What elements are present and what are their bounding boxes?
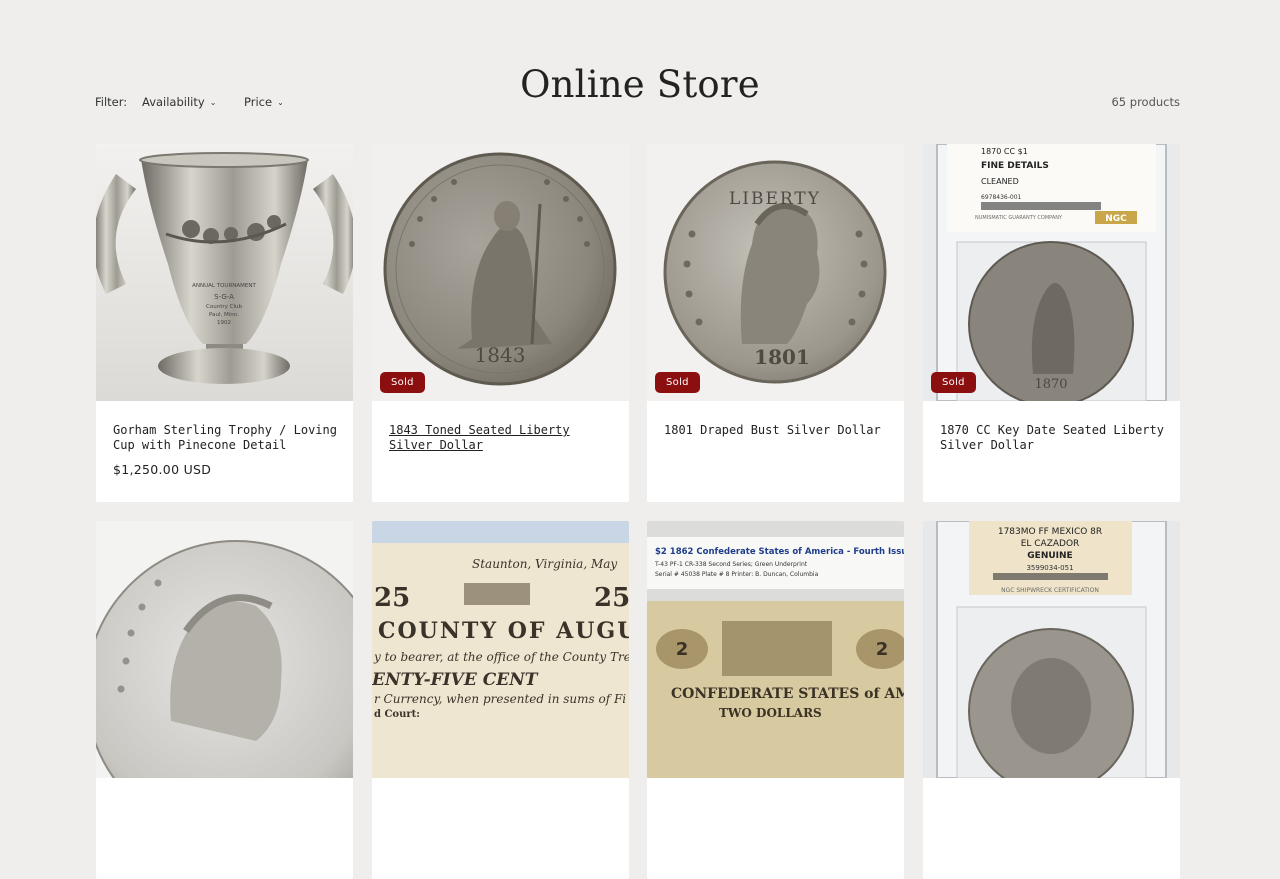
- slab-label-line3: CLEANED: [981, 177, 1019, 186]
- filter-availability[interactable]: Availability ⌄: [142, 95, 216, 109]
- coin-date: 1843: [475, 343, 526, 367]
- product-image[interactable]: [96, 521, 353, 778]
- note-line1: Staunton, Virginia, May: [472, 557, 617, 571]
- product-card[interactable]: [96, 521, 353, 879]
- confed-denom-right: 2: [876, 639, 889, 660]
- note-line3: y to bearer, at the office of the County…: [373, 650, 629, 664]
- note-line4: ENTY-FIVE CENT: [372, 670, 539, 690]
- cup-engraving-line3: Country Club: [206, 304, 242, 310]
- product-card[interactable]: Staunton, Virginia, May 25 25 COUNTY OF …: [372, 521, 629, 879]
- confed-denom-left: 2: [676, 639, 689, 660]
- coin-date: 1801: [754, 345, 810, 369]
- note-line5: r Currency, when presented in sums of Fi: [374, 692, 626, 706]
- product-image[interactable]: 1783MO FF MEXICO 8R EL CAZADOR GENUINE 3…: [923, 521, 1180, 778]
- product-image[interactable]: 1870 CC $1 FINE DETAILS CLEANED 6978436-…: [923, 144, 1180, 401]
- slab-label-line2: FINE DETAILS: [981, 161, 1049, 171]
- cup-engraving-line5: 1902: [217, 320, 231, 326]
- note-denom-right: 25: [594, 583, 629, 613]
- slab8r-cert: 3599034-051: [1026, 564, 1073, 572]
- product-title[interactable]: 1870 CC Key Date Seated Liberty Silver D…: [940, 423, 1165, 453]
- note-line6: d Court:: [374, 709, 420, 720]
- sold-badge: Sold: [655, 372, 700, 393]
- note-line2: COUNTY OF AUGUS: [378, 618, 629, 644]
- sold-badge: Sold: [931, 372, 976, 393]
- ngc-logo: NGC: [1105, 214, 1127, 224]
- cup-engraving-line2: S-G-A: [214, 293, 234, 301]
- slab-grader: NUMISMATIC GUARANTY COMPANY: [975, 215, 1063, 221]
- note-denom-left: 25: [374, 583, 410, 613]
- product-price: $1,250.00 USD: [113, 462, 212, 477]
- filter-bar: Filter: Availability ⌄ Price ⌄ 65 products: [95, 95, 1180, 113]
- product-card[interactable]: $2 1862 Confederate States of America - …: [647, 521, 904, 879]
- slab8r-line1: 1783MO FF MEXICO 8R: [998, 527, 1102, 537]
- product-title[interactable]: 1801 Draped Bust Silver Dollar: [664, 423, 889, 438]
- slab8r-grader: NGC SHIPWRECK CERTIFICATION: [1001, 587, 1099, 594]
- coin-legend: LIBERTY: [729, 189, 821, 209]
- confed-amount: TWO DOLLARS: [719, 706, 822, 720]
- slab8r-line2: EL CAZADOR: [1021, 539, 1080, 549]
- confed-details1: T-43 PF-1 CR-338 Second Series; Green Un…: [654, 561, 808, 568]
- product-card[interactable]: ANNUAL TOURNAMENT S-G-A Country Club Pau…: [96, 144, 353, 502]
- slab-label-line1: 1870 CC $1: [981, 147, 1028, 156]
- chevron-down-icon: ⌄: [277, 98, 284, 107]
- product-title[interactable]: 1843 Toned Seated Liberty Silver Dollar: [389, 423, 614, 453]
- filter-availability-label: Availability: [142, 95, 205, 109]
- confed-details2: Serial # 45038 Plate # 8 Printer: B. Dun…: [655, 571, 819, 578]
- sold-badge: Sold: [380, 372, 425, 393]
- product-image[interactable]: LIBERTY 1801: [647, 144, 904, 401]
- product-card[interactable]: LIBERTY 1801 Sold 1801 Draped Bust Silve…: [647, 144, 904, 502]
- filter-price-label: Price: [244, 95, 273, 109]
- product-title[interactable]: Gorham Sterling Trophy / Loving Cup with…: [113, 423, 338, 453]
- cup-engraving-line1: ANNUAL TOURNAMENT: [192, 283, 256, 289]
- product-image[interactable]: $2 1862 Confederate States of America - …: [647, 521, 904, 778]
- product-card[interactable]: 1843 Sold 1843 Toned Seated Liberty Silv…: [372, 144, 629, 502]
- cup-engraving-line4: Paul, Minn.: [209, 312, 239, 318]
- product-image[interactable]: Staunton, Virginia, May 25 25 COUNTY OF …: [372, 521, 629, 778]
- product-card[interactable]: 1783MO FF MEXICO 8R EL CAZADOR GENUINE 3…: [923, 521, 1180, 879]
- product-image[interactable]: 1843: [372, 144, 629, 401]
- product-card[interactable]: 1870 CC $1 FINE DETAILS CLEANED 6978436-…: [923, 144, 1180, 502]
- coin-date: 1870: [1034, 377, 1067, 392]
- confed-title: CONFEDERATE STATES of AMERIC: [671, 686, 904, 702]
- confed-header: $2 1862 Confederate States of America - …: [655, 547, 904, 557]
- product-count: 65 products: [1111, 95, 1180, 109]
- slab-cert-number: 6978436-001: [981, 194, 1022, 201]
- filter-price[interactable]: Price ⌄: [244, 95, 284, 109]
- product-image[interactable]: ANNUAL TOURNAMENT S-G-A Country Club Pau…: [96, 144, 353, 401]
- slab8r-line3: GENUINE: [1027, 551, 1072, 561]
- filter-label: Filter:: [95, 95, 128, 109]
- chevron-down-icon: ⌄: [209, 98, 217, 107]
